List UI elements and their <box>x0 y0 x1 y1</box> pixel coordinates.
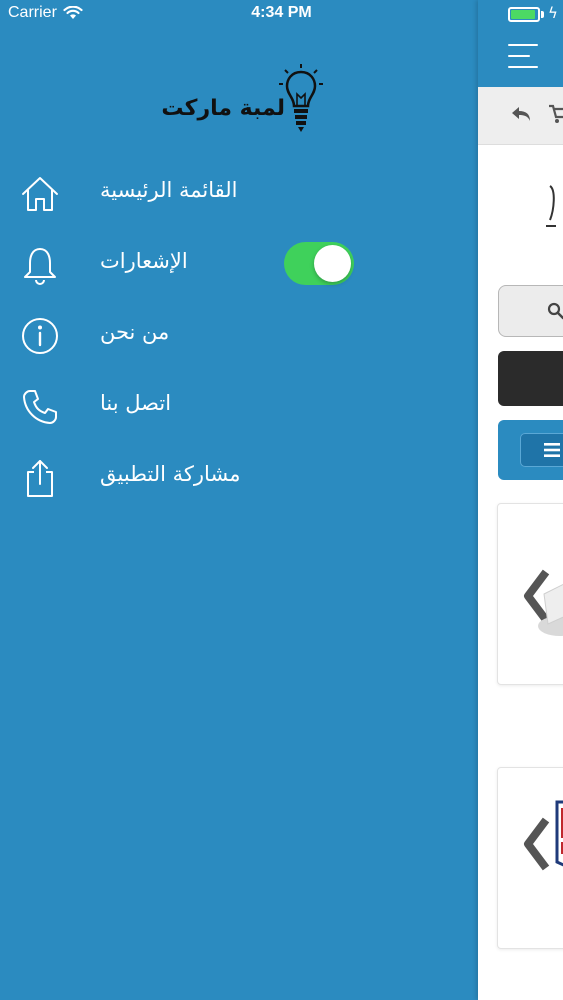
phone-icon <box>23 390 57 424</box>
menu-item-share[interactable]: مشاركة التطبيق <box>0 442 478 513</box>
chevron-left-icon[interactable] <box>520 814 554 874</box>
menu-item-contact[interactable]: اتصل بنا <box>0 371 478 442</box>
battery-tip <box>541 11 544 18</box>
product-card[interactable] <box>497 767 563 949</box>
categories-button[interactable] <box>498 420 563 480</box>
list-icon <box>544 443 560 457</box>
side-drawer: Carrier لمبة ماركت القائمة الرئيسية الإش… <box>0 0 478 1000</box>
product-card[interactable] <box>497 503 563 685</box>
home-icon <box>22 177 58 211</box>
charging-icon: ϟ <box>548 4 558 22</box>
menu-label-share: مشاركة التطبيق <box>100 462 241 486</box>
menu-label-about: من نحن <box>100 320 170 344</box>
bell-icon <box>24 248 56 285</box>
menu-button[interactable] <box>508 44 540 70</box>
menu-item-about[interactable]: من نحن <box>0 300 478 371</box>
menu-label-home: القائمة الرئيسية <box>100 178 238 202</box>
back-arrow-icon[interactable] <box>510 103 532 125</box>
menu-item-notifications[interactable]: الإشعارات <box>0 229 478 300</box>
app-logo: لمبة ماركت <box>135 62 325 142</box>
drawer-menu: القائمة الرئيسية الإشعارات من نحن اتصل ب… <box>0 158 478 513</box>
content-toolbar <box>478 87 563 145</box>
search-icon <box>547 302 563 320</box>
logo-text: لمبة ماركت <box>161 96 285 121</box>
battery-icon <box>508 7 540 22</box>
menu-label-notifications: الإشعارات <box>100 249 188 273</box>
content-header: ϟ <box>478 0 563 87</box>
info-icon <box>22 318 58 354</box>
search-bar[interactable] <box>498 285 563 337</box>
product-image <box>555 800 563 867</box>
notifications-toggle[interactable] <box>284 242 354 285</box>
dark-button[interactable] <box>498 351 563 406</box>
main-content-peek[interactable]: ϟ <box>478 0 563 1000</box>
menu-label-contact: اتصل بنا <box>100 391 172 415</box>
cart-icon[interactable] <box>548 103 563 125</box>
lightbulb-icon <box>279 64 323 132</box>
menu-item-home[interactable]: القائمة الرئيسية <box>0 158 478 229</box>
share-icon <box>27 460 53 497</box>
content-logo-fragment <box>546 185 556 227</box>
toggle-knob <box>314 245 351 282</box>
product-image <box>538 583 563 636</box>
